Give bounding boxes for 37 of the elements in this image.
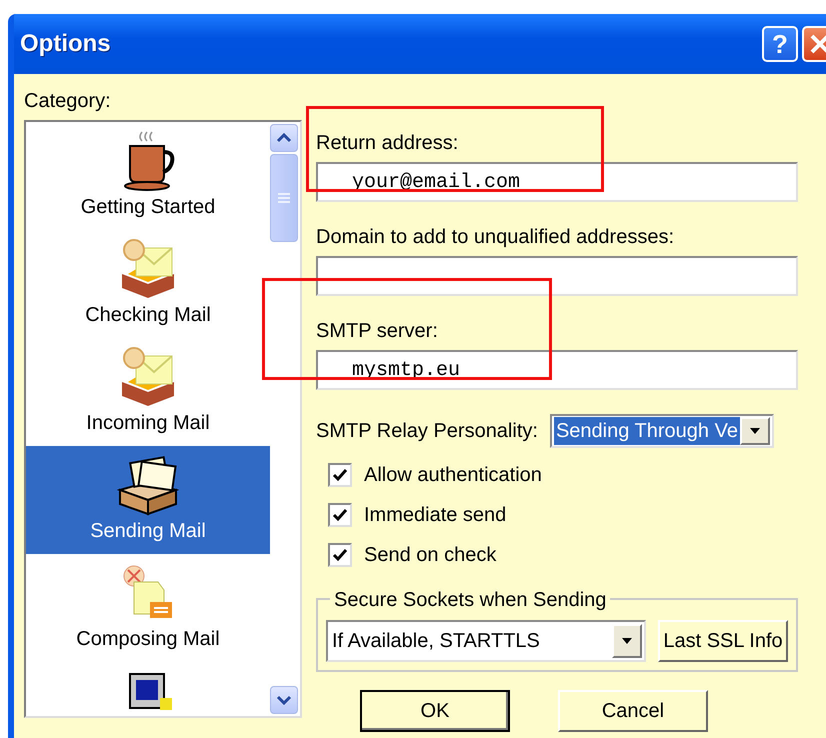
dialog-button[interactable]: OK [360, 690, 510, 732]
ssl-dropdown[interactable]: If Available, STARTTLS [326, 620, 646, 662]
category-item[interactable]: Composing Mail [26, 554, 270, 662]
category-item[interactable]: Checking Mail [26, 230, 270, 338]
relay-label: SMTP Relay Personality: [316, 419, 538, 444]
scrollbar[interactable] [270, 122, 300, 716]
checkbox[interactable] [328, 463, 352, 487]
category-item[interactable]: Sending Mail [26, 446, 270, 554]
smtp-server-label: SMTP server: [316, 319, 439, 344]
window-title: Options [20, 29, 111, 59]
relay-dropdown[interactable]: Sending Through Ve [550, 414, 774, 448]
close-icon [809, 33, 826, 55]
checkbox-label: Immediate send [364, 503, 506, 528]
field-label: Domain to add to unqualified addresses: [316, 225, 676, 250]
category-item[interactable]: Getting Started [26, 122, 270, 230]
checkbox[interactable] [328, 543, 352, 567]
scroll-down-button[interactable] [270, 686, 298, 714]
text-field[interactable] [316, 256, 798, 296]
dialog-button[interactable]: Cancel [558, 690, 708, 732]
checkmark-icon [332, 508, 348, 522]
checkmark-icon [332, 468, 348, 482]
checkbox-label: Allow authentication [364, 463, 542, 488]
help-button[interactable]: ? [762, 26, 798, 62]
chevron-down-icon [276, 695, 292, 705]
category-label: Category: [24, 89, 112, 114]
checkbox[interactable] [328, 503, 352, 527]
scroll-thumb[interactable] [270, 154, 298, 242]
checkbox-label: Send on check [364, 543, 496, 568]
scroll-up-button[interactable] [270, 124, 298, 152]
ssl-info-button[interactable]: Last SSL Info [658, 620, 788, 662]
checkmark-icon [332, 548, 348, 562]
field-label: Return address: [316, 131, 460, 156]
category-item[interactable]: Incoming Mail [26, 338, 270, 446]
text-field[interactable]: mysmtp.eu [316, 350, 798, 390]
mail-box-icon [116, 454, 180, 516]
chevron-up-icon [276, 133, 292, 143]
text-field[interactable]: your@email.com [316, 162, 798, 202]
